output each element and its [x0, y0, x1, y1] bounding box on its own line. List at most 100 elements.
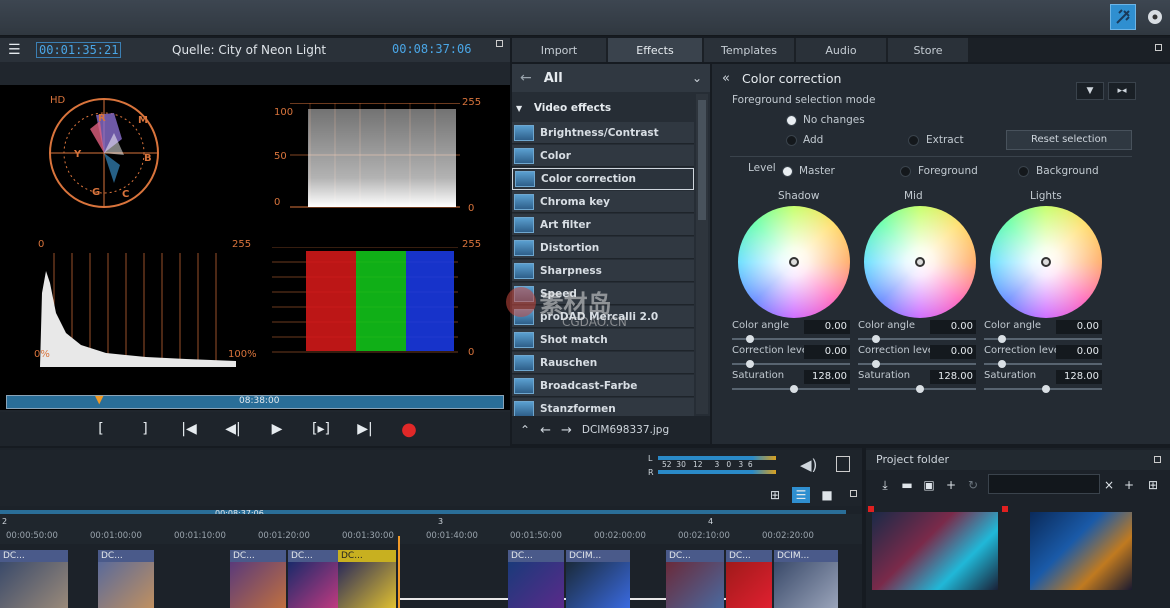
camera-icon[interactable]: ■: [820, 488, 834, 502]
tab-audio[interactable]: Audio: [796, 38, 886, 62]
param-value-field[interactable]: 0.00: [804, 320, 850, 334]
param-value-field[interactable]: 128.00: [1056, 370, 1102, 384]
refresh-icon[interactable]: ↻: [966, 478, 980, 492]
timeline-clip[interactable]: DC...: [288, 550, 338, 608]
timeline-ruler[interactable]: 00:00:50:00 00:01:00:00 00:01:10:00 00:01:2…: [0, 514, 862, 544]
go-to-in-button[interactable]: |◀: [177, 419, 201, 439]
timeline-view-icon[interactable]: ☰: [792, 487, 810, 503]
timeline-clip[interactable]: DCIM...: [566, 550, 630, 608]
param-value-field[interactable]: 128.00: [930, 370, 976, 384]
slider-knob[interactable]: [872, 335, 880, 343]
record-button[interactable]: ●: [397, 419, 421, 440]
tab-templates[interactable]: Templates: [704, 38, 794, 62]
effect-item[interactable]: Distortion: [512, 237, 694, 259]
go-to-out-button[interactable]: ▶|: [353, 419, 377, 439]
wheel-handle-icon[interactable]: [789, 257, 799, 267]
chapter-marker[interactable]: 3: [438, 517, 443, 526]
speaker-icon[interactable]: ◀): [800, 456, 817, 474]
reset-selection-button[interactable]: Reset selection: [1006, 130, 1132, 150]
param-slider[interactable]: [858, 335, 976, 343]
pf-thumbnail-1[interactable]: [872, 512, 998, 590]
position-bar[interactable]: ▼ 08:38:00: [6, 393, 504, 409]
timeline-clip[interactable]: DC...: [666, 550, 724, 608]
folder-icon[interactable]: ▬: [900, 478, 914, 492]
save-icon[interactable]: ▣: [922, 478, 936, 492]
radio-add[interactable]: [786, 135, 797, 146]
wheel-handle-icon[interactable]: [1041, 257, 1051, 267]
wheel-handle-icon[interactable]: [915, 257, 925, 267]
previous-frame-button[interactable]: ◀|: [221, 419, 245, 439]
radio-no-changes[interactable]: [786, 115, 797, 126]
param-slider[interactable]: [732, 335, 850, 343]
chapter-marker[interactable]: 4: [708, 517, 713, 526]
next-arrow-icon[interactable]: →: [561, 423, 572, 438]
radio-extract[interactable]: [908, 135, 919, 146]
clear-icon[interactable]: ×: [1102, 478, 1116, 492]
effect-item[interactable]: Brightness/Contrast: [512, 122, 694, 144]
tab-store[interactable]: Store: [888, 38, 968, 62]
panel-maximize-icon[interactable]: [1155, 44, 1162, 51]
effect-item[interactable]: Shot match: [512, 329, 694, 351]
slider-knob[interactable]: [746, 335, 754, 343]
effect-item[interactable]: Rauschen: [512, 352, 694, 374]
timeline-maximize-icon[interactable]: [850, 490, 857, 497]
param-value-field[interactable]: 0.00: [1056, 345, 1102, 359]
param-slider[interactable]: [984, 360, 1102, 368]
param-value-field[interactable]: 128.00: [804, 370, 850, 384]
slider-knob[interactable]: [746, 360, 754, 368]
slider-knob[interactable]: [872, 360, 880, 368]
slider-knob[interactable]: [1042, 385, 1050, 393]
download-icon[interactable]: ⤓: [878, 478, 892, 492]
effect-item[interactable]: Art filter: [512, 214, 694, 236]
mark-out-button[interactable]: ]: [133, 419, 157, 439]
slider-knob[interactable]: [790, 385, 798, 393]
mark-in-button[interactable]: [: [89, 419, 113, 439]
param-value-field[interactable]: 0.00: [930, 345, 976, 359]
tab-effects[interactable]: Effects: [608, 38, 702, 62]
slider-knob[interactable]: [916, 385, 924, 393]
timeline-clip[interactable]: DCIM...: [774, 550, 838, 608]
effects-filter[interactable]: ← All ⌄: [512, 64, 710, 92]
section-video-effects[interactable]: ▼ Video effects: [516, 102, 611, 114]
param-slider[interactable]: [984, 385, 1102, 393]
effect-item[interactable]: Color correction: [512, 168, 694, 190]
radio-foreground[interactable]: [900, 166, 911, 177]
timeline-clip[interactable]: DC...: [230, 550, 286, 608]
chapter-marker[interactable]: 2: [2, 517, 7, 526]
param-slider[interactable]: [858, 385, 976, 393]
effect-item[interactable]: Broadcast-Farbe: [512, 375, 694, 397]
previous-arrow-icon[interactable]: ←: [540, 423, 551, 438]
pf-thumbnail-2[interactable]: [1030, 512, 1132, 590]
magic-wand-icon[interactable]: [1110, 4, 1136, 30]
timeline-clip[interactable]: DC...: [338, 550, 396, 608]
disc-icon[interactable]: [1142, 4, 1168, 30]
play-button[interactable]: ▶: [265, 419, 289, 439]
effect-item[interactable]: Chroma key: [512, 191, 694, 213]
playhead-marker-icon[interactable]: ▼: [95, 393, 103, 406]
effect-item[interactable]: Sharpness: [512, 260, 694, 282]
add-icon[interactable]: +: [1122, 478, 1136, 492]
timeline-clip[interactable]: DC...: [0, 550, 68, 608]
param-value-field[interactable]: 0.00: [930, 320, 976, 334]
color-wheel[interactable]: [990, 206, 1102, 318]
param-slider[interactable]: [732, 360, 850, 368]
color-wheel[interactable]: [864, 206, 976, 318]
current-timecode[interactable]: 00:01:35:21: [36, 42, 122, 58]
param-value-field[interactable]: 0.00: [804, 345, 850, 359]
param-slider[interactable]: [858, 360, 976, 368]
timeline-clip[interactable]: DC...: [508, 550, 564, 608]
back-chevrons-icon[interactable]: «: [722, 71, 730, 86]
menu-icon[interactable]: ☰: [8, 42, 21, 58]
timeline-clip[interactable]: DC...: [726, 550, 772, 608]
dropdown-icon[interactable]: ▼: [1076, 82, 1104, 100]
param-slider[interactable]: [984, 335, 1102, 343]
mixer-icon[interactable]: [836, 456, 850, 472]
list-scrollbar[interactable]: [696, 94, 708, 414]
chevron-down-icon[interactable]: ⌄: [692, 71, 702, 85]
radio-background[interactable]: [1018, 166, 1029, 177]
radio-master[interactable]: [782, 166, 793, 177]
back-arrow-icon[interactable]: ←: [520, 70, 532, 86]
play-range-button[interactable]: [▸]: [309, 419, 333, 439]
maximize-icon[interactable]: [496, 40, 503, 47]
param-value-field[interactable]: 0.00: [1056, 320, 1102, 334]
